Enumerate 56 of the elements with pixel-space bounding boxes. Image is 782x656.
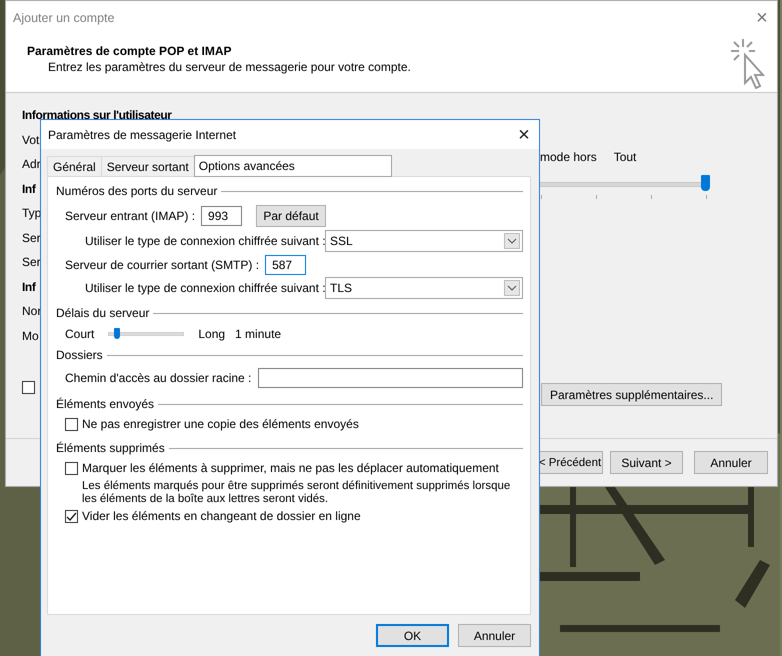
field-label: Vot xyxy=(22,132,40,148)
chevron-down-icon[interactable] xyxy=(504,280,520,296)
field-label: Mo xyxy=(22,328,39,344)
tab[interactable]: Général xyxy=(47,156,102,176)
section-heading: Inf xyxy=(22,278,36,296)
checkbox[interactable] xyxy=(22,381,35,394)
checkbox[interactable] xyxy=(65,462,78,474)
close-button[interactable]: × xyxy=(509,120,539,150)
cancel-button[interactable]: Annuler xyxy=(694,451,768,474)
encryption-dropdown[interactable]: TLS xyxy=(325,277,523,299)
next-button[interactable]: Suivant > xyxy=(610,451,683,474)
group-heading: Éléments supprimés xyxy=(56,441,165,455)
ok-button[interactable]: OK xyxy=(376,624,449,647)
window-title: Ajouter un compte xyxy=(13,11,114,25)
port-field[interactable]: 993 xyxy=(201,206,242,226)
page-subtitle: Entrez les paramètres du serveur de messagerie pour votre compte. xyxy=(47,60,411,74)
slider-label: Long xyxy=(198,327,226,341)
checkbox-label: Marquer les éléments à supprimer, mais ne pas les déplacer automatiquement xyxy=(82,461,499,475)
help-text: Les éléments marqués pour être supprimés seront définitivement supprimés lorsque les éléments de la boîte aux lettres seront vidés. xyxy=(81,480,512,506)
field-label: mode hors xyxy=(540,150,597,164)
field-label: Chemin d'accès au dossier racine : xyxy=(65,371,252,385)
section-heading: Informations sur l'utilisateur xyxy=(22,107,172,124)
default-button[interactable]: Par défaut xyxy=(256,205,326,227)
field-label: Serveur entrant (IMAP) : xyxy=(65,209,196,223)
field-label: Ser xyxy=(22,254,41,271)
slider-value: 1 minute xyxy=(235,327,282,341)
chevron-down-icon[interactable] xyxy=(504,233,520,249)
more-settings-button[interactable]: Paramètres supplémentaires... xyxy=(541,383,722,406)
field-label: Utiliser le type de connexion chiffrée suivant : xyxy=(85,234,325,248)
field-label: Adr xyxy=(22,156,41,173)
slider-label: Court xyxy=(65,327,94,341)
checkbox-label: Vider les éléments en changeant de dossier en ligne xyxy=(82,509,361,523)
group-heading: Éléments envoyés xyxy=(56,397,154,411)
slider-thumb[interactable] xyxy=(114,328,120,339)
section-heading: Inf xyxy=(22,180,36,198)
checkbox[interactable] xyxy=(65,418,78,430)
checkbox[interactable] xyxy=(65,510,78,522)
encryption-dropdown[interactable]: SSL xyxy=(325,230,523,252)
slider-thumb[interactable] xyxy=(701,175,710,191)
group-heading: Délais du serveur xyxy=(56,306,150,320)
close-button[interactable]: × xyxy=(747,3,777,33)
group-heading: Numéros des ports du serveur xyxy=(56,184,218,198)
cursor-sparkle-icon xyxy=(731,39,765,89)
root-folder-field[interactable] xyxy=(258,368,523,388)
slider-value: Tout xyxy=(614,150,636,164)
field-label: Utiliser le type de connexion chiffrée suivant : xyxy=(85,281,325,295)
checkbox-label: Ne pas enregistrer une copie des éléments envoyés xyxy=(82,417,359,431)
field-label: Nor xyxy=(22,303,42,320)
field-label: Serveur de courrier sortant (SMTP) : xyxy=(65,258,260,272)
cancel-button[interactable]: Annuler xyxy=(458,624,531,647)
group-heading: Dossiers xyxy=(56,348,103,362)
dialog-title: Paramètres de messagerie Internet xyxy=(48,128,236,142)
tab[interactable]: Options avancées xyxy=(194,155,392,177)
port-field[interactable]: 587 xyxy=(265,254,306,274)
field-label: Ser xyxy=(22,230,41,246)
page-heading: Paramètres de compte POP et IMAP xyxy=(27,44,233,58)
